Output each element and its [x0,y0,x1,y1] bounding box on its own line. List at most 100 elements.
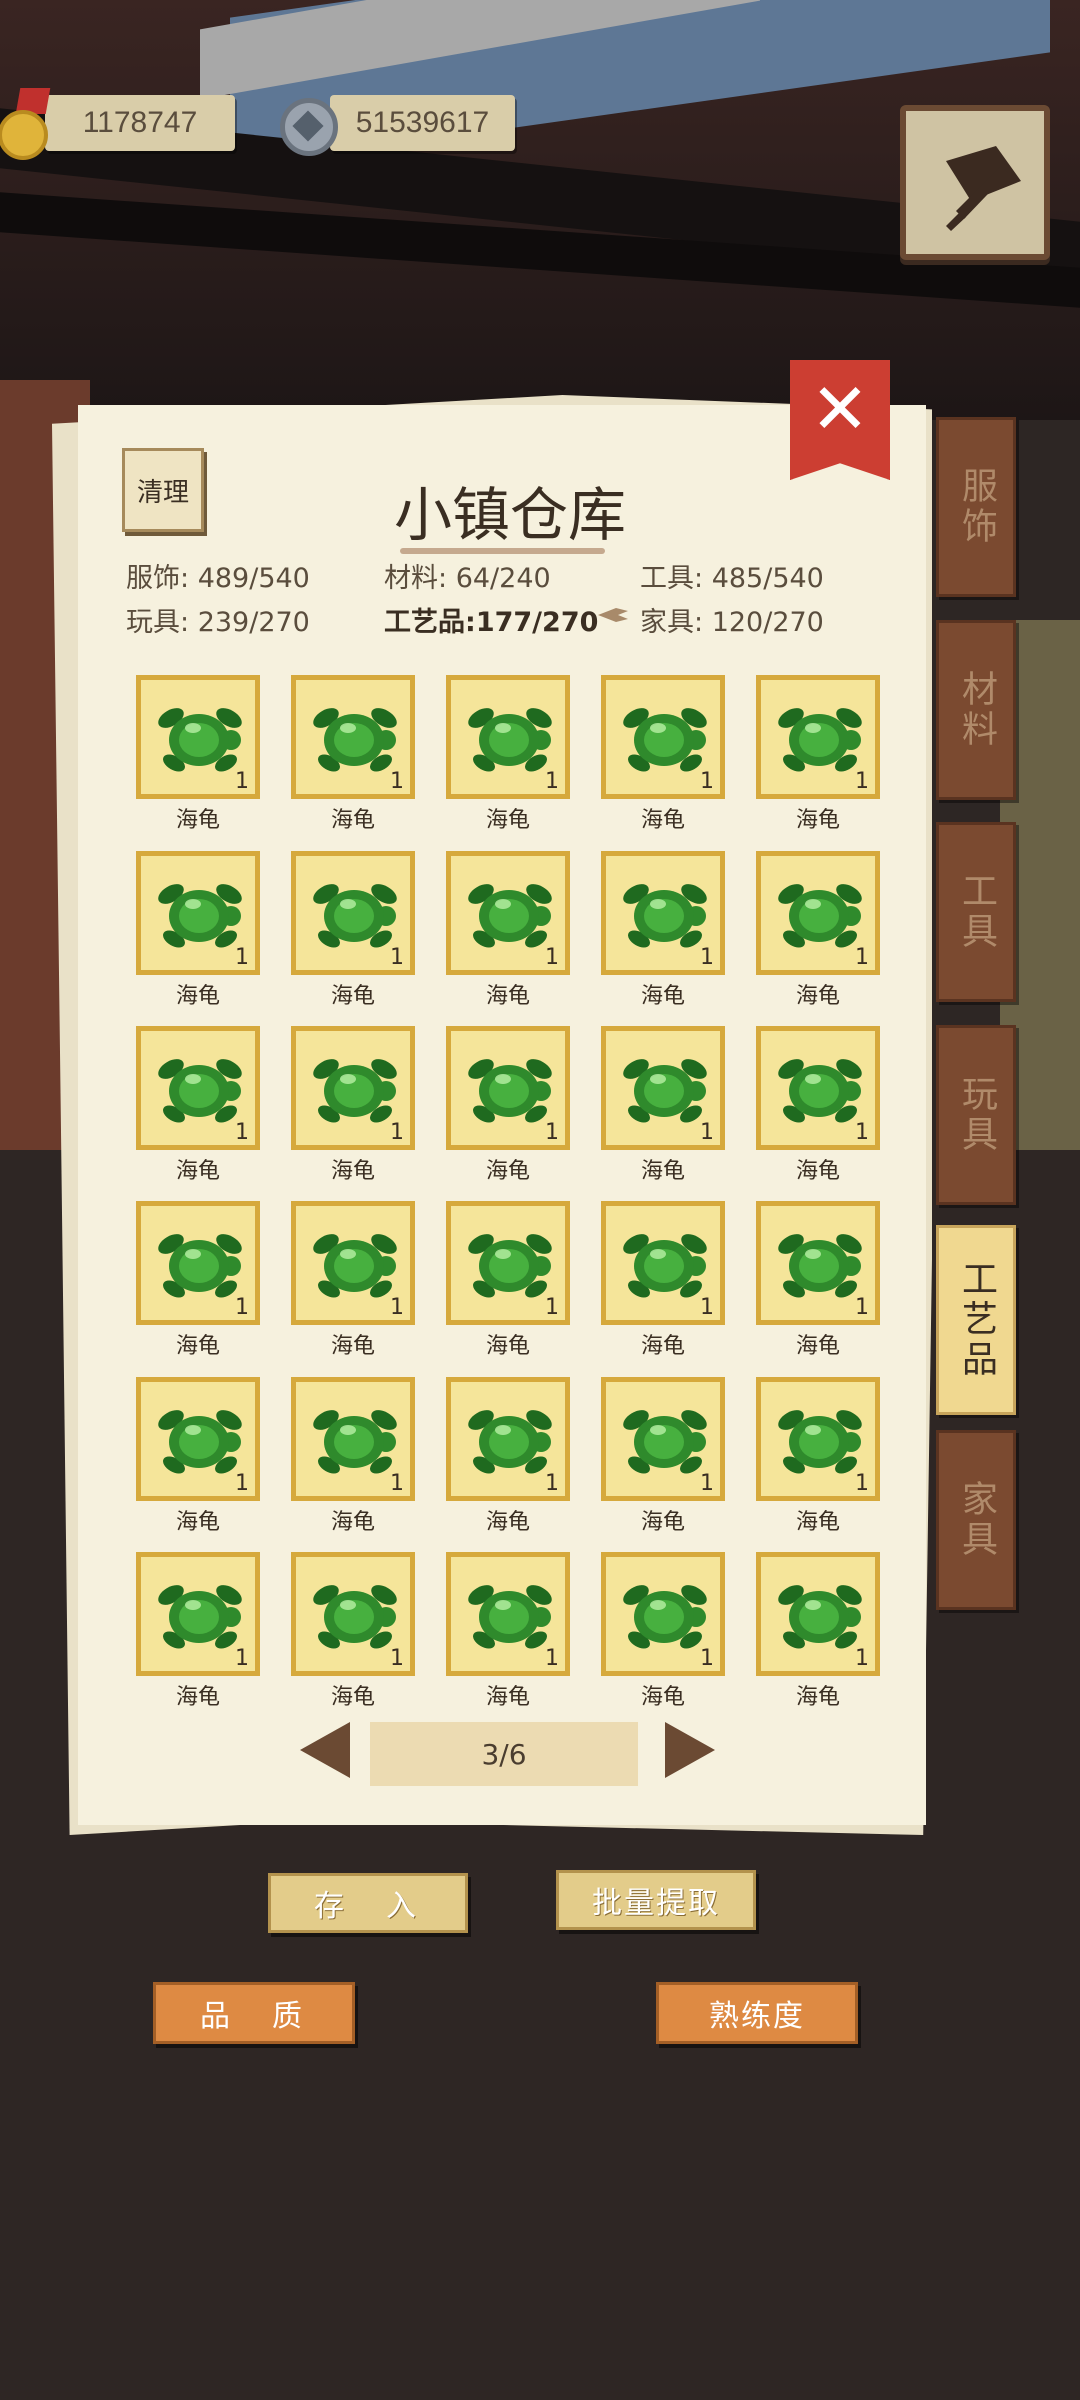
sea-turtle-icon [623,884,707,948]
stat-label: 服饰 [126,563,180,594]
batch-extract-button[interactable]: 批量提取 [556,1870,756,1930]
item-count: 1 [855,1295,869,1320]
item-count: 1 [700,1471,714,1496]
item-slot[interactable]: 1 [601,851,725,975]
quest-book-button[interactable] [900,105,1050,260]
item-slot[interactable]: 1 [756,1201,880,1325]
sea-turtle-icon [778,1234,862,1298]
stat-materials: 材料: 64/240 [384,563,551,594]
item-name: 海龟 [330,1334,375,1359]
item-count: 1 [855,1471,869,1496]
stat-label: 材料 [384,563,438,594]
item-name: 海龟 [175,984,220,1009]
item-name: 海龟 [640,1685,685,1710]
item-count: 1 [235,1120,249,1145]
sea-turtle-icon [623,1410,707,1474]
stat-value: 489/540 [197,563,310,594]
item-slot[interactable]: 1 [601,1201,725,1325]
sea-turtle-icon [468,708,552,772]
item-slot[interactable]: 1 [756,675,880,799]
tab-furniture[interactable]: 家具 [936,1430,1016,1610]
stat-value: 177/270 [475,607,599,638]
stat-label: 工具 [640,563,694,594]
item-name: 海龟 [795,1510,840,1535]
page-title: 小镇仓库 [393,481,626,549]
item-slot[interactable]: 1 [756,1377,880,1501]
item-name: 海龟 [640,1159,685,1184]
item-slot[interactable]: 1 [446,675,570,799]
prev-page-button[interactable] [300,1722,350,1778]
sea-turtle-icon [468,884,552,948]
item-slot[interactable]: 1 [601,1377,725,1501]
close-button[interactable]: ✕ [790,360,890,480]
item-count: 1 [390,769,404,794]
item-name: 海龟 [330,1685,375,1710]
item-slot[interactable]: 1 [136,1201,260,1325]
item-slot[interactable]: 1 [756,851,880,975]
item-name: 海龟 [175,808,220,833]
sea-turtle-icon [158,1234,242,1298]
item-slot[interactable]: 1 [136,1552,260,1676]
proficiency-sort-button[interactable]: 熟练度 [656,1982,858,2044]
item-slot[interactable]: 1 [291,675,415,799]
item-slot[interactable]: 1 [446,1201,570,1325]
item-slot[interactable]: 1 [136,1377,260,1501]
item-slot[interactable]: 1 [291,1201,415,1325]
item-slot[interactable]: 1 [136,1026,260,1150]
tab-crafts[interactable]: 工艺品 [936,1225,1016,1415]
close-icon: ✕ [810,368,870,450]
item-slot[interactable]: 1 [601,675,725,799]
item-name: 海龟 [640,984,685,1009]
item-count: 1 [390,945,404,970]
sea-turtle-icon [623,1059,707,1123]
title-divider [400,548,605,554]
clean-button-label: 清理 [136,477,189,508]
stat-toys: 玩具: 239/270 [126,607,310,638]
coin-counter: 1178747 [45,95,235,151]
item-slot[interactable]: 1 [756,1552,880,1676]
tab-toys[interactable]: 玩具 [936,1025,1016,1205]
stat-clothing: 服饰: 489/540 [126,563,310,594]
item-slot[interactable]: 1 [446,1552,570,1676]
sea-turtle-icon [778,1410,862,1474]
item-count: 1 [700,769,714,794]
stat-label: 玩具 [126,607,180,638]
item-count: 1 [235,1646,249,1671]
sea-turtle-icon [313,1410,397,1474]
item-slot[interactable]: 1 [291,1026,415,1150]
stat-furniture: 家具: 120/270 [640,607,824,638]
deposit-button[interactable]: 存 入 [268,1873,468,1933]
tab-clothing[interactable]: 服饰 [936,417,1016,597]
item-name: 海龟 [640,808,685,833]
item-name: 海龟 [640,1334,685,1359]
sea-turtle-icon [623,1234,707,1298]
item-slot[interactable]: 1 [291,1377,415,1501]
item-slot[interactable]: 1 [291,851,415,975]
item-count: 1 [855,1646,869,1671]
item-slot[interactable]: 1 [756,1026,880,1150]
item-slot[interactable]: 1 [446,851,570,975]
item-count: 1 [855,1120,869,1145]
item-slot[interactable]: 1 [601,1552,725,1676]
item-name: 海龟 [175,1159,220,1184]
tab-materials[interactable]: 材料 [936,620,1016,800]
gem-amount: 51539617 [355,106,490,139]
tab-tools[interactable]: 工具 [936,822,1016,1002]
stat-crafts: 工艺品:177/270 [384,607,599,638]
next-page-button[interactable] [665,1722,715,1778]
item-slot[interactable]: 1 [446,1026,570,1150]
item-count: 1 [545,1120,559,1145]
clean-button[interactable]: 清理 [122,448,204,532]
quality-sort-button[interactable]: 品 质 [153,1982,355,2044]
item-slot[interactable]: 1 [136,675,260,799]
tab-label: 工艺品 [956,1260,997,1380]
item-name: 海龟 [175,1510,220,1535]
item-slot[interactable]: 1 [601,1026,725,1150]
item-slot[interactable]: 1 [136,851,260,975]
item-name: 海龟 [485,1159,530,1184]
item-count: 1 [390,1120,404,1145]
item-slot[interactable]: 1 [446,1377,570,1501]
item-count: 1 [700,1295,714,1320]
tab-label: 服饰 [956,467,997,547]
item-slot[interactable]: 1 [291,1552,415,1676]
